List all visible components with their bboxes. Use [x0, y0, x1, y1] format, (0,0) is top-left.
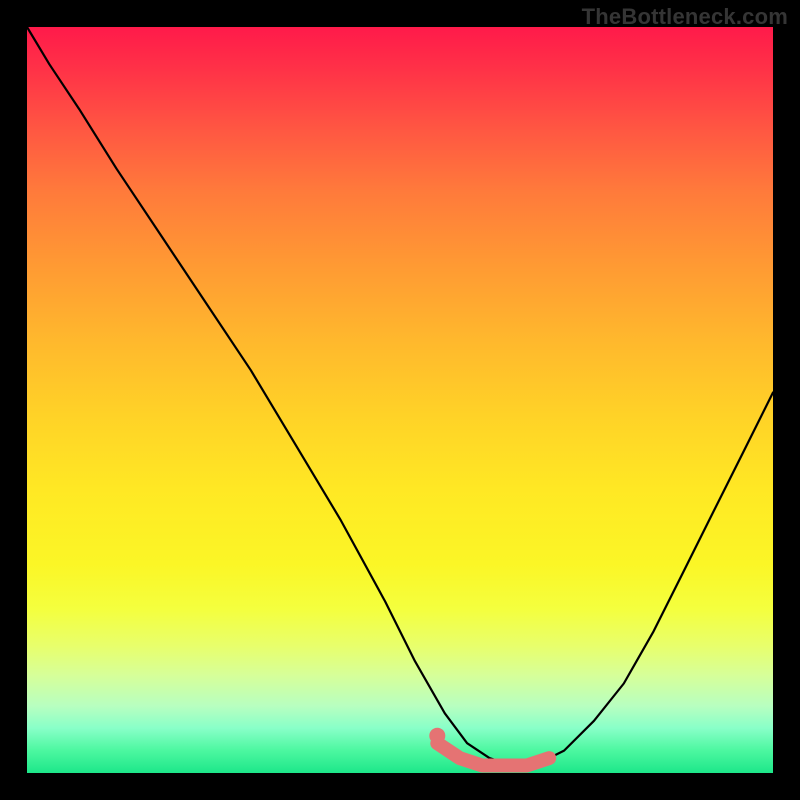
optimal-dot — [429, 728, 445, 744]
chart-frame: TheBottleneck.com — [0, 0, 800, 800]
plot-area — [27, 27, 773, 773]
bottleneck-curve — [27, 27, 773, 766]
curve-svg — [27, 27, 773, 773]
watermark-text: TheBottleneck.com — [582, 4, 788, 30]
optimal-range-highlight — [437, 743, 549, 765]
